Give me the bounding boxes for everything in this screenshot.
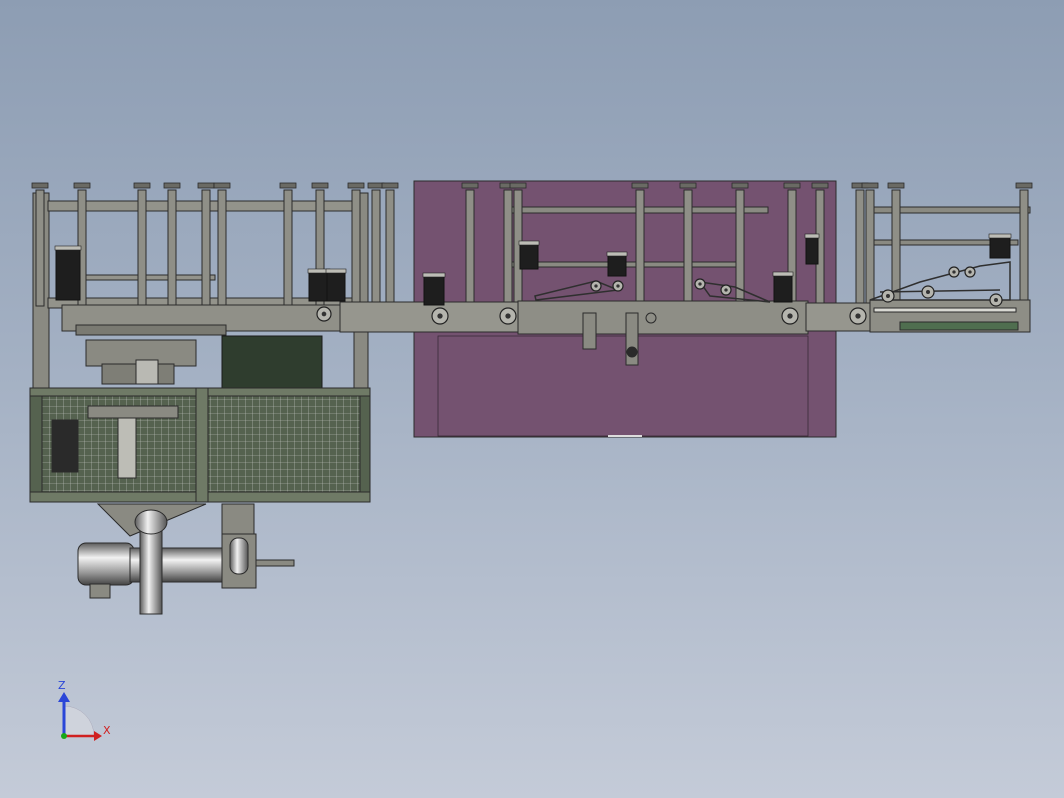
pulley-hub [952, 270, 956, 274]
pulley-hub [698, 282, 702, 286]
leveling-foot [381, 182, 399, 189]
leveling-foot [347, 182, 365, 189]
motor-body [55, 247, 81, 301]
leveling-foot [133, 182, 151, 189]
motor-cap [422, 272, 446, 278]
support-post [201, 189, 211, 307]
support-post [865, 189, 875, 307]
support-post [351, 189, 361, 307]
cad-viewport[interactable]: Z X [0, 0, 1064, 798]
support-post [465, 189, 475, 307]
pulley-hub [724, 288, 728, 292]
safety-guard [29, 387, 371, 503]
leveling-foot [811, 182, 829, 189]
leveling-foot [311, 182, 329, 189]
leveling-foot [783, 182, 801, 189]
support-post [217, 189, 227, 307]
pulley-hub [886, 294, 890, 298]
support-post [503, 189, 513, 307]
pump-assembly [77, 503, 295, 615]
pulley-hub [505, 313, 511, 319]
motor-cap [325, 268, 347, 274]
pulley-hub [994, 298, 998, 302]
leveling-foot [679, 182, 697, 189]
motor-body [423, 274, 445, 306]
support-post [1019, 189, 1029, 307]
pulley-hub [926, 290, 930, 294]
triad-origin [61, 733, 67, 739]
support-post [635, 189, 645, 307]
motor-body [805, 235, 819, 265]
motor-cap [518, 240, 540, 246]
leveling-foot [1015, 182, 1033, 189]
coordinate-triad [58, 692, 102, 741]
pulley-hub [968, 270, 972, 274]
motor-body [989, 235, 1011, 259]
triad-z-arrow [58, 692, 70, 702]
gripper-assembly [75, 324, 227, 385]
motor-cap [804, 233, 820, 239]
motor-cap [54, 245, 82, 251]
leveling-foot [887, 182, 905, 189]
leveling-foot [197, 182, 215, 189]
leveling-foot [163, 182, 181, 189]
support-post [167, 189, 177, 307]
support-post [371, 189, 381, 307]
support-post [137, 189, 147, 307]
machine-drawing [29, 180, 1033, 741]
pulley-hub [321, 311, 327, 317]
support-post [683, 189, 693, 307]
support-post [283, 189, 293, 307]
pulley-hub [437, 313, 443, 319]
motor-cap [772, 271, 794, 277]
leveling-foot [631, 182, 649, 189]
support-post [385, 189, 395, 307]
axis-z-label: Z [58, 679, 66, 692]
motor-body [519, 242, 539, 270]
leveling-foot [509, 182, 527, 189]
motor-body [326, 270, 346, 302]
support-post [891, 189, 901, 307]
triad-x-arrow [94, 731, 102, 741]
motor-body [607, 253, 627, 277]
motor-body [308, 270, 330, 302]
leveling-foot [461, 182, 479, 189]
motor-cap [988, 233, 1012, 239]
triad-y-quadrant [63, 705, 95, 737]
leveling-foot [279, 182, 297, 189]
support-post [35, 189, 45, 307]
pulley-hub [787, 313, 793, 319]
motor-body [773, 273, 793, 303]
leveling-foot [731, 182, 749, 189]
motor-cap [606, 251, 628, 257]
pulley-hub [594, 284, 598, 288]
leveling-foot [73, 182, 91, 189]
support-post [855, 189, 865, 307]
pulley-hub [616, 284, 620, 288]
leveling-foot [213, 182, 231, 189]
leveling-foot [861, 182, 879, 189]
leveling-foot [31, 182, 49, 189]
axis-x-label: X [103, 724, 111, 737]
pulley-hub [855, 313, 861, 319]
